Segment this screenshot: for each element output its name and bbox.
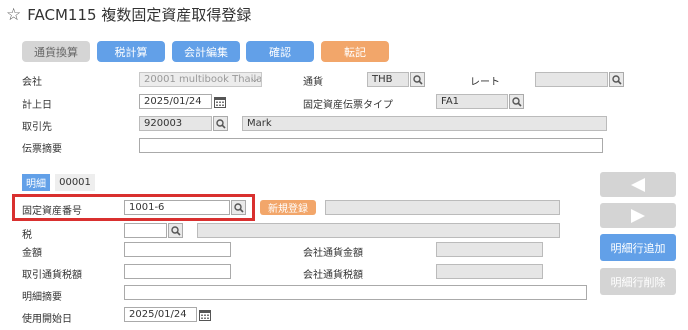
asset-no-search-icon[interactable]: [231, 200, 246, 215]
trade-currency-tax-label: 取引通貨税額: [22, 270, 82, 281]
triangle-left-icon: [631, 177, 645, 192]
start-date-label: 使用開始日: [22, 314, 72, 325]
calendar-icon[interactable]: [213, 94, 227, 109]
tax-field[interactable]: [124, 223, 167, 238]
partner-code-field[interactable]: 920003: [139, 116, 212, 131]
previous-row-button[interactable]: [600, 172, 676, 197]
tax-label: 税: [22, 230, 32, 241]
line-memo-label: 明細摘要: [22, 292, 62, 303]
voucher-type-label: 固定資産伝票タイプ: [303, 100, 393, 111]
tab-detail-number[interactable]: 00001: [55, 174, 95, 191]
rate-field[interactable]: [535, 72, 608, 87]
currency-convert-button[interactable]: 通貨換算: [22, 41, 90, 62]
chevron-down-icon: ⌵: [251, 75, 258, 85]
line-memo-field[interactable]: [124, 285, 587, 300]
company-value: 20001 multibook Thaila: [144, 74, 262, 85]
posting-date-field[interactable]: 2025/01/24: [139, 94, 212, 109]
new-register-button[interactable]: 新規登録: [260, 200, 316, 215]
calendar-icon[interactable]: [198, 307, 212, 322]
tax-search-icon[interactable]: [168, 223, 183, 238]
asset-name-field: [325, 200, 560, 215]
company-label: 会社: [22, 77, 42, 88]
page-title: FACM115 複数固定資産取得登録: [27, 6, 252, 24]
rate-label: レート: [470, 77, 500, 88]
confirm-button[interactable]: 確認: [246, 41, 314, 62]
post-button[interactable]: 転記: [321, 41, 389, 62]
currency-field[interactable]: THB: [367, 72, 409, 87]
posting-date-label: 計上日: [22, 100, 52, 111]
next-row-button[interactable]: [600, 203, 676, 228]
asset-no-field[interactable]: 1001-6: [124, 200, 230, 215]
memo-field[interactable]: [139, 138, 603, 153]
company-currency-amount-label: 会社通貨金額: [303, 248, 363, 259]
amount-field[interactable]: [124, 242, 231, 257]
currency-label: 通貨: [303, 77, 323, 88]
start-date-field[interactable]: 2025/01/24: [124, 307, 197, 322]
tax-name-field: [197, 223, 560, 238]
currency-search-icon[interactable]: [410, 72, 425, 87]
voucher-type-search-icon[interactable]: [509, 94, 524, 109]
partner-name-field: Mark: [242, 116, 607, 131]
delete-row-button[interactable]: 明細行削除: [600, 268, 676, 295]
asset-no-label: 固定資産番号: [22, 206, 82, 217]
company-select[interactable]: 20001 multibook Thaila ⌵: [139, 72, 262, 87]
tax-calc-button[interactable]: 税計算: [97, 41, 165, 62]
tab-detail[interactable]: 明細: [22, 174, 50, 191]
voucher-type-field[interactable]: FA1: [436, 94, 508, 109]
favorite-star-icon[interactable]: ☆: [6, 5, 21, 25]
accounting-edit-button[interactable]: 会計編集: [172, 41, 240, 62]
partner-label: 取引先: [22, 122, 52, 133]
company-currency-tax-field: [436, 264, 543, 279]
memo-label: 伝票摘要: [22, 144, 62, 155]
triangle-right-icon: [631, 208, 645, 223]
page-title-bar: ☆ FACM115 複数固定資産取得登録: [6, 4, 251, 25]
partner-search-icon[interactable]: [213, 116, 228, 131]
add-row-button[interactable]: 明細行追加: [600, 234, 676, 261]
rate-search-icon[interactable]: [609, 72, 624, 87]
trade-currency-tax-field[interactable]: [124, 264, 231, 279]
amount-label: 金額: [22, 248, 42, 259]
company-currency-amount-field: [436, 242, 543, 257]
company-currency-tax-label: 会社通貨税額: [303, 270, 363, 281]
